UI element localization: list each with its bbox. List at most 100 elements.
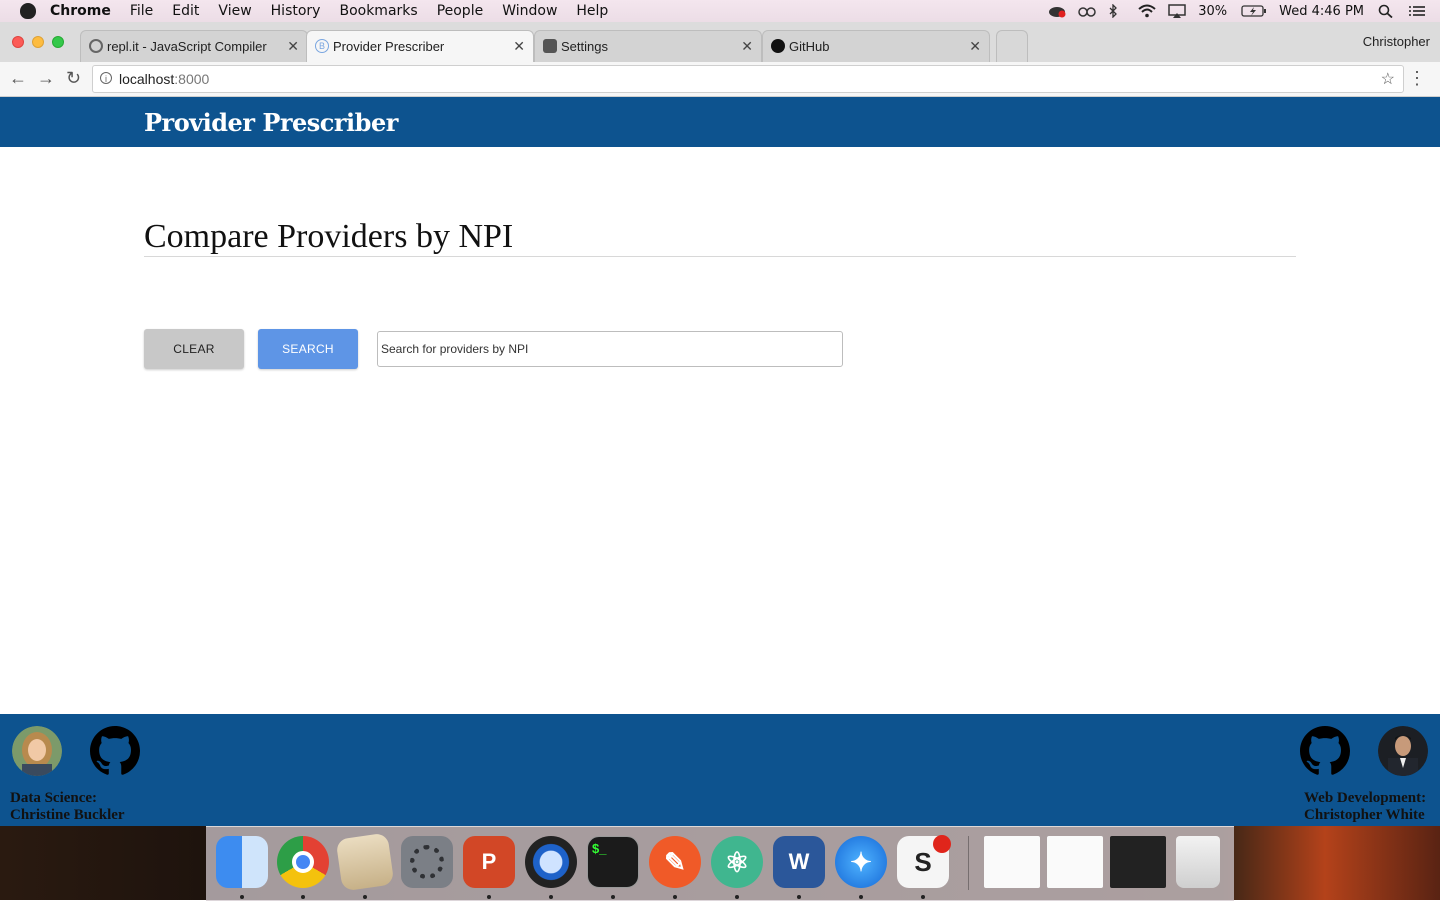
page-footer: Data Science: Christine Buckler Web Deve…	[0, 714, 1440, 826]
tab-title: Provider Prescriber	[333, 39, 445, 54]
address-url[interactable]: localhost:8000	[119, 71, 209, 87]
running-indicator	[673, 895, 677, 899]
running-indicator	[735, 895, 739, 899]
pencil-app-icon[interactable]: ✎	[649, 836, 701, 888]
chrome-center-icon	[292, 851, 314, 873]
new-tab-button[interactable]	[996, 30, 1028, 62]
apple-menu-icon[interactable]	[20, 3, 36, 19]
right-credit-name: Christopher White	[1304, 807, 1425, 823]
window-close-button[interactable]	[12, 36, 24, 48]
menu-edit[interactable]: Edit	[172, 3, 199, 19]
running-indicator	[363, 895, 367, 899]
chrome-toolbar: ← → ↻ i localhost:8000 ☆ ⋮	[0, 62, 1440, 97]
address-bar[interactable]: i localhost:8000 ☆	[92, 65, 1404, 93]
site-info-icon[interactable]: i	[100, 72, 112, 84]
url-port: :8000	[174, 71, 210, 87]
trash-icon[interactable]	[1176, 836, 1220, 888]
npi-search-input[interactable]	[377, 331, 843, 367]
powerpoint-icon[interactable]: P	[463, 836, 515, 888]
wifi-icon[interactable]	[1138, 4, 1156, 18]
menu-file[interactable]: File	[130, 3, 153, 19]
gear-icon	[410, 845, 444, 879]
tab-close-icon[interactable]: ✕	[741, 38, 753, 55]
back-arrow-icon[interactable]: ←	[9, 68, 27, 89]
notification-center-icon[interactable]	[1408, 4, 1425, 18]
tab-title: repl.it - JavaScript Compiler	[107, 39, 267, 54]
github-icon[interactable]	[1300, 726, 1350, 776]
christine-avatar	[12, 726, 62, 776]
running-indicator	[859, 895, 863, 899]
menu-app-chrome[interactable]: Chrome	[50, 3, 111, 19]
dock-separator	[968, 836, 969, 890]
terminal-icon[interactable]: $_	[587, 836, 639, 888]
macos-menubar: Chrome File Edit View History Bookmarks …	[0, 0, 1440, 22]
tab-title: Settings	[561, 39, 608, 54]
url-host: localhost	[119, 71, 175, 87]
page-title: Compare Providers by NPI	[144, 218, 514, 255]
replit-favicon-icon	[89, 39, 103, 53]
gear-icon	[543, 39, 557, 53]
system-preferences-icon[interactable]	[401, 836, 453, 888]
running-indicator	[487, 895, 491, 899]
terminal-window-icon[interactable]	[1110, 836, 1166, 888]
airplay-icon[interactable]	[1168, 4, 1186, 18]
spotlight-search-icon[interactable]	[1378, 4, 1394, 19]
clear-button[interactable]: CLEAR	[144, 329, 244, 369]
tab-title: GitHub	[789, 39, 830, 54]
app-brand[interactable]: Provider Prescriber	[144, 108, 398, 137]
running-indicator	[240, 895, 244, 899]
powerpoint-window-icon[interactable]	[984, 836, 1040, 888]
menubar-clock[interactable]: Wed 4:46 PM	[1279, 4, 1364, 19]
tab-close-icon[interactable]: ✕	[969, 38, 981, 55]
title-divider	[144, 256, 1296, 257]
creative-cloud-icon[interactable]	[1048, 4, 1066, 18]
chrome-icon[interactable]	[277, 836, 329, 888]
menu-view[interactable]: View	[218, 3, 251, 19]
window-minimize-button[interactable]	[32, 36, 44, 48]
quicktime-icon[interactable]	[525, 836, 577, 888]
running-indicator	[921, 895, 925, 899]
tab-close-icon[interactable]: ✕	[287, 38, 299, 55]
battery-percent: 30%	[1198, 3, 1228, 19]
battery-charging-icon[interactable]	[1241, 4, 1267, 18]
github-icon[interactable]	[90, 726, 140, 776]
profile-name[interactable]: Christopher	[1363, 34, 1430, 49]
app-navbar: Provider Prescriber	[0, 97, 1440, 147]
search-button[interactable]: SEARCH	[258, 329, 358, 369]
chrome-menu-icon[interactable]: ⋮	[1408, 68, 1426, 89]
notification-badge	[933, 835, 951, 853]
mail-icon[interactable]	[335, 832, 395, 892]
window-zoom-button[interactable]	[52, 36, 64, 48]
tab-replit[interactable]: repl.it - JavaScript Compiler ✕	[80, 30, 308, 62]
tab-settings[interactable]: Settings ✕	[534, 30, 762, 62]
menu-history[interactable]: History	[271, 3, 321, 19]
tab-provider-prescriber[interactable]: B Provider Prescriber ✕	[306, 30, 534, 62]
reload-icon[interactable]: ↻	[66, 68, 81, 89]
running-indicator	[797, 895, 801, 899]
bluetooth-icon[interactable]	[1108, 3, 1124, 19]
right-credit-role: Web Development:	[1304, 790, 1427, 806]
tab-close-icon[interactable]: ✕	[513, 38, 525, 55]
atom-icon[interactable]: ⚛	[711, 836, 763, 888]
running-indicator	[301, 895, 305, 899]
menu-window[interactable]: Window	[502, 3, 557, 19]
glasses-icon[interactable]	[1078, 4, 1096, 18]
macos-dock: P $_ ✎ ⚛ W ✦ S	[206, 826, 1234, 901]
left-credit-role: Data Science:	[10, 790, 98, 806]
word-window-icon[interactable]	[1047, 836, 1103, 888]
left-credit-name: Christine Buckler	[10, 807, 125, 823]
menu-bookmarks[interactable]: Bookmarks	[339, 3, 417, 19]
github-favicon-icon	[771, 39, 785, 53]
menu-help[interactable]: Help	[576, 3, 608, 19]
finder-icon[interactable]	[216, 836, 268, 888]
tab-github[interactable]: GitHub ✕	[762, 30, 990, 62]
chrome-tabstrip: repl.it - JavaScript Compiler ✕ B Provid…	[0, 22, 1440, 62]
bookmark-star-icon[interactable]: ☆	[1381, 69, 1395, 89]
running-indicator	[549, 895, 553, 899]
running-indicator	[611, 895, 615, 899]
christopher-avatar	[1378, 726, 1428, 776]
forward-arrow-icon[interactable]: →	[37, 68, 55, 89]
menu-people[interactable]: People	[437, 3, 484, 19]
word-icon[interactable]: W	[773, 836, 825, 888]
safari-icon[interactable]: ✦	[835, 836, 887, 888]
